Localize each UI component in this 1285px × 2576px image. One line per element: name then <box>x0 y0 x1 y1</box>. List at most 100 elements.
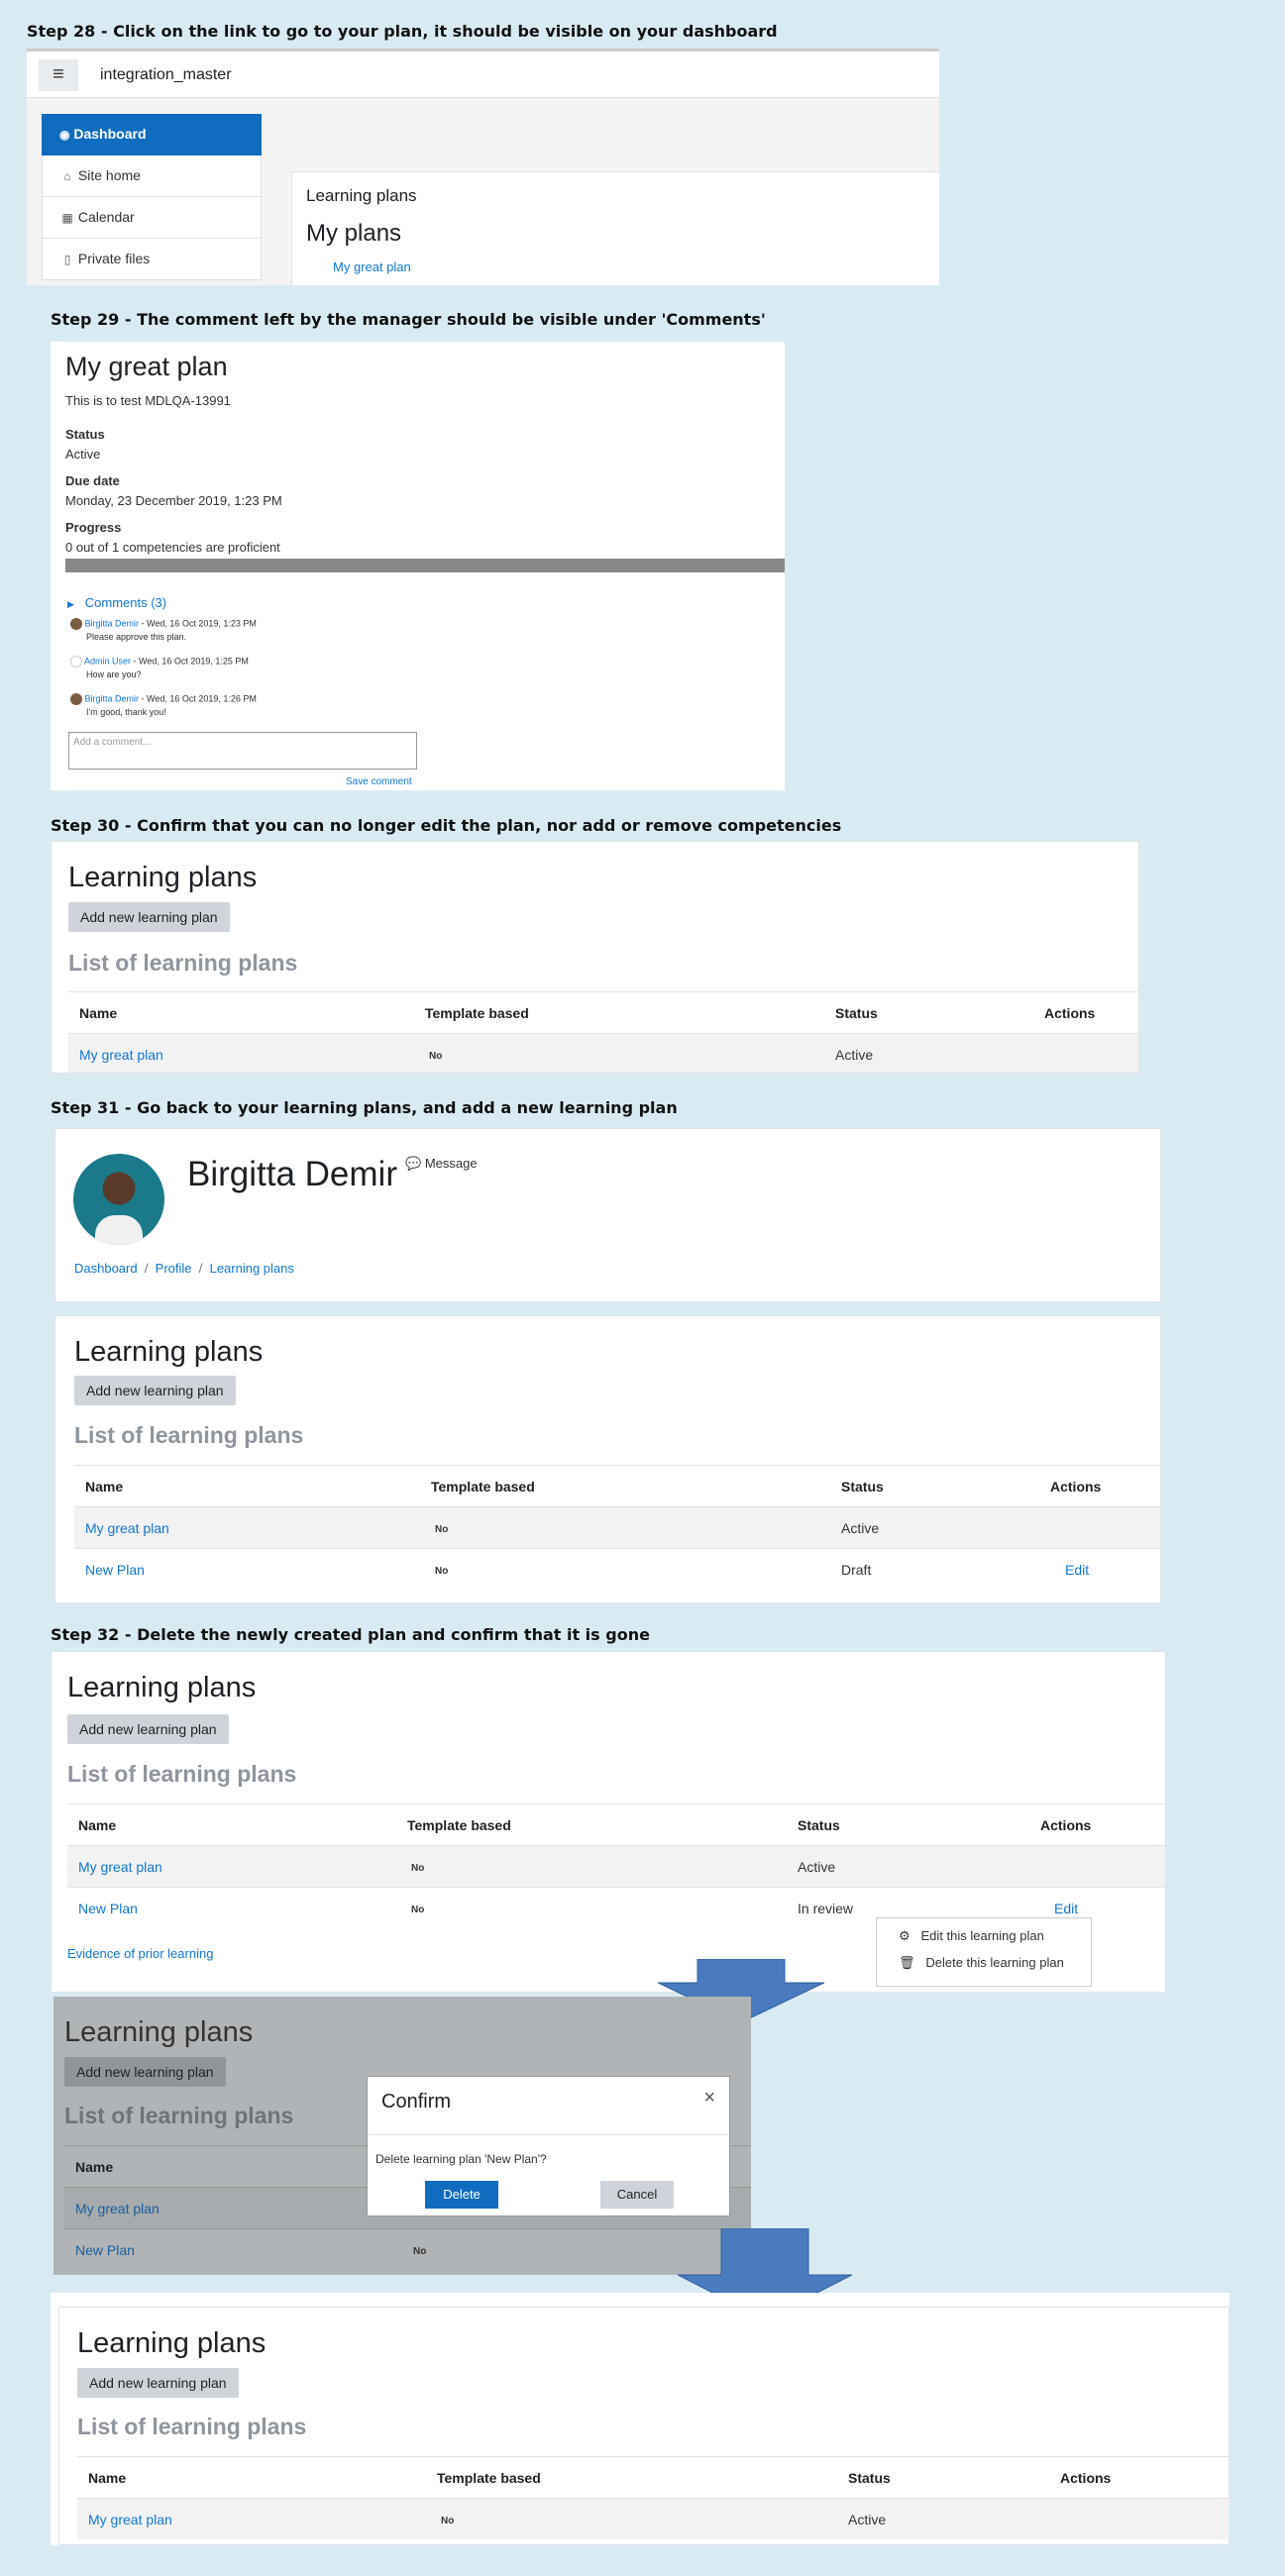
site-name[interactable]: integration_master <box>100 66 232 84</box>
menu-toggle-button[interactable]: ≡ <box>39 59 78 91</box>
status-value: Active <box>841 1520 880 1536</box>
breadcrumb: Dashboard / Profile / Learning plans <box>74 1261 294 1276</box>
plan-name-link[interactable]: My great plan <box>85 1520 169 1536</box>
col-name: Name <box>85 1479 124 1494</box>
add-learning-plan-button[interactable]: Add new learning plan <box>74 1376 236 1405</box>
nav-item-dashboard[interactable]: ◉ Dashboard <box>42 114 262 155</box>
breadcrumb-profile[interactable]: Profile <box>156 1261 192 1276</box>
template-value: No <box>441 2516 455 2526</box>
table-header: Name Template based Status Actions <box>68 991 1138 1033</box>
breadcrumb-dashboard[interactable]: Dashboard <box>74 1261 138 1276</box>
evidence-link[interactable]: Evidence of prior learning <box>67 1946 213 1961</box>
modal-body-text: Delete learning plan 'New Plan'? <box>375 2152 547 2166</box>
delete-plan-menu-item[interactable]: 🗑 Delete this learning plan <box>899 1955 1064 1971</box>
col-status: Status <box>841 1479 884 1494</box>
dashboard-icon: ◉ <box>59 128 70 142</box>
col-actions: Actions <box>1050 1479 1102 1494</box>
status-value: Active <box>835 1047 874 1063</box>
template-value: No <box>411 1905 425 1915</box>
message-button[interactable]: 💬 Message <box>405 1156 478 1172</box>
caret-right-icon: ▶ <box>67 599 74 609</box>
status-value: Draft <box>841 1562 872 1578</box>
nav-item-label: Private files <box>77 251 151 266</box>
avatar <box>73 1154 164 1245</box>
step-32-caption: Step 32 - Delete the newly created plan … <box>51 1625 650 1644</box>
plan-name-link[interactable]: My great plan <box>75 2201 160 2216</box>
trash-icon: 🗑 <box>899 1955 915 1970</box>
cancel-button[interactable]: Cancel <box>600 2181 674 2209</box>
step-30-caption: Step 30 - Confirm that you can no longer… <box>51 816 842 835</box>
col-template: Template based <box>425 1005 529 1021</box>
page-title: Learning plans <box>77 2327 267 2359</box>
edit-menu-link[interactable]: Edit <box>1065 1562 1089 1578</box>
edit-plan-menu-item[interactable]: ⚙ Edit this learning plan <box>899 1928 1044 1944</box>
edit-menu-link[interactable]: Edit <box>1054 1901 1078 1916</box>
nav-drawer: ◉ Dashboard ⌂ Site home ▦ Calendar ▯ Pri… <box>27 98 277 285</box>
table-row: New Plan No Draft Edit <box>74 1548 1160 1590</box>
avatar <box>70 618 82 630</box>
progress-label: Progress <box>65 520 122 535</box>
menu-item-label: Delete this learning plan <box>925 1955 1064 1970</box>
comment-item: Admin User - Wed, 16 Oct 2019, 1:25 PM H… <box>70 656 249 679</box>
col-status: Status <box>798 1817 840 1833</box>
home-icon: ⌂ <box>63 169 71 183</box>
add-learning-plan-button[interactable]: Add new learning plan <box>77 2368 239 2398</box>
plan-name-link[interactable]: My great plan <box>79 1047 163 1063</box>
list-heading: List of learning plans <box>64 2103 294 2128</box>
delete-button[interactable]: Delete <box>425 2181 498 2209</box>
table-row: My great plan No Active <box>77 2498 1230 2539</box>
step-29-caption: Step 29 - The comment left by the manage… <box>51 310 766 329</box>
comment-author-link[interactable]: Birgitta Demir <box>85 618 140 628</box>
comment-text: Please approve this plan. <box>86 632 187 642</box>
plan-link[interactable]: My great plan <box>333 259 411 274</box>
plans-table: Name Template based Status Actions My gr… <box>74 1465 1160 1590</box>
comment-date: - Wed, 16 Oct 2019, 1:26 PM <box>139 693 257 704</box>
learning-plans-screenshot-step31: Learning plans Add new learning plan Lis… <box>54 1315 1161 1603</box>
plan-name-link[interactable]: New Plan <box>75 2242 135 2258</box>
content-box: Learning plans Add new learning plan Lis… <box>58 2307 1230 2545</box>
add-learning-plan-button[interactable]: Add new learning plan <box>64 2057 226 2087</box>
add-learning-plan-button[interactable]: Add new learning plan <box>68 902 230 932</box>
comment-date: - Wed, 16 Oct 2019, 1:23 PM <box>139 618 257 629</box>
save-comment-link[interactable]: Save comment <box>346 776 412 787</box>
comment-textarea[interactable]: Add a comment... <box>68 732 417 770</box>
nav-item-calendar[interactable]: ▦ Calendar <box>42 197 262 239</box>
plan-name-link[interactable]: My great plan <box>78 1859 162 1875</box>
dashboard-screenshot: ≡ integration_master ◉ Dashboard ⌂ Site … <box>27 49 939 285</box>
plan-name-link[interactable]: New Plan <box>85 1562 145 1578</box>
nav-item-site-home[interactable]: ⌂ Site home <box>42 155 262 197</box>
list-heading: List of learning plans <box>68 950 298 976</box>
close-icon[interactable]: × <box>703 2087 715 2110</box>
plan-name-link[interactable]: My great plan <box>88 2512 172 2527</box>
plan-description: This is to test MDLQA-13991 <box>65 393 231 408</box>
plan-name-link[interactable]: New Plan <box>78 1901 138 1916</box>
table-row: My great plan No Active <box>74 1506 1160 1548</box>
table-header: Name Template based Status Actions <box>77 2456 1230 2498</box>
step-31-caption: Step 31 - Go back to your learning plans… <box>51 1098 678 1117</box>
add-learning-plan-button[interactable]: Add new learning plan <box>67 1714 229 1744</box>
comments-toggle[interactable]: ▶ Comments (3) <box>67 595 166 610</box>
comment-author-link[interactable]: Birgitta Demir <box>85 693 140 703</box>
breadcrumb-learning-plans[interactable]: Learning plans <box>210 1261 294 1276</box>
nav-item-label: Dashboard <box>73 126 147 142</box>
comment-author-link[interactable]: Admin User <box>84 656 131 666</box>
col-actions: Actions <box>1044 1005 1096 1021</box>
table-row: My great plan No Active <box>68 1033 1138 1073</box>
learning-plans-block: Learning plans My plans My great plan <box>291 171 939 285</box>
message-label: Message <box>424 1156 478 1171</box>
plans-table: Name Template based Status Actions My gr… <box>67 1803 1165 1928</box>
table-row: New Plan No <box>64 2228 751 2270</box>
nav-item-private-files[interactable]: ▯ Private files <box>42 239 262 280</box>
list-heading: List of learning plans <box>74 1422 304 1448</box>
progress-bar <box>65 559 785 572</box>
col-name: Name <box>88 2470 127 2486</box>
progress-value: 0 out of 1 competencies are proficient <box>65 540 280 555</box>
plans-table: Name Template based Status Actions My gr… <box>77 2456 1230 2539</box>
avatar <box>70 693 82 705</box>
table-row: My great plan No Active <box>67 1845 1165 1887</box>
status-label: Status <box>65 427 105 442</box>
col-template: Template based <box>407 1817 511 1833</box>
template-value: No <box>429 1051 443 1062</box>
list-heading: List of learning plans <box>77 2414 307 2439</box>
col-actions: Actions <box>1060 2470 1112 2486</box>
